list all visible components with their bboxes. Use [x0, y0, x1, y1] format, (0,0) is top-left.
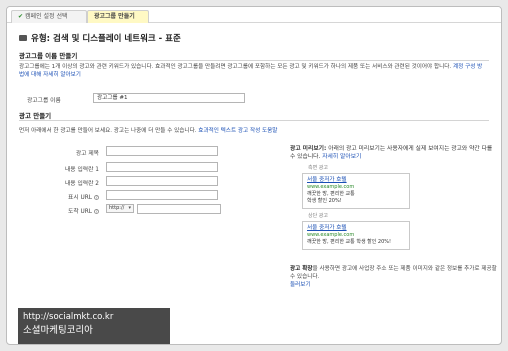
watermark-url: http://socialmkt.co.kr [23, 312, 114, 322]
protocol-select[interactable]: http://▾ [106, 204, 134, 213]
tab-label: 캠페인 설정 선택 [25, 13, 68, 20]
side-ad-preview: 서울 중저가 호텔 www.example.com 깨끗한 방, 편리한 교통 … [302, 173, 410, 209]
ad-writing-tips-link[interactable]: 효과적인 텍스트 광고 작성 도움말 [198, 128, 277, 134]
ad-line: 깨끗한 방, 편리한 교통 [307, 191, 355, 197]
preview-heading: 광고 미리보기: 아래의 광고 미리보기는 사용자에게 실제 보여지는 광고와 … [290, 146, 493, 160]
help-icon[interactable]: ? [94, 195, 99, 200]
window-frame: ✔ 캠페인 설정 선택 광고그룹 만들기 유형: 검색 및 디스플레이 네트워크 … [6, 6, 502, 345]
display-url-input[interactable] [106, 190, 218, 200]
ad-title[interactable]: 서울 중저가 호텔 [307, 177, 405, 184]
top-ad-label: 상단 광고 [308, 213, 328, 219]
ad-line: 학생 할인 20%! [307, 198, 342, 204]
page-title: 유형: 검색 및 디스플레이 네트워크 - 표준 [19, 32, 181, 44]
desc1-label: 내용 입력란 1 [64, 167, 99, 173]
divider [19, 120, 489, 121]
headline-input[interactable] [106, 146, 218, 156]
side-ad-label: 측면 광고 [308, 165, 328, 171]
tab-campaign-settings[interactable]: ✔ 캠페인 설정 선택 [11, 10, 87, 23]
adgroup-description: 광고그룹에는 1개 이상의 광고와 관련 키워드가 있습니다. 효과적인 광고그… [19, 64, 483, 78]
tab-create-adgroup[interactable]: 광고그룹 만들기 [87, 10, 149, 23]
top-ad-preview: 서울 중저가 호텔 www.example.com 깨끗한 방, 편리한 교통 … [302, 221, 410, 250]
display-url-label: 표시 URL? [67, 195, 99, 201]
chevron-down-icon: ▾ [128, 205, 131, 211]
adgroup-section-heading: 광고그룹 이름 만들기 [19, 52, 78, 60]
dest-url-input[interactable] [137, 204, 221, 214]
ad-extensions-info: 광고 확장을 사용하면 광고에 사업장 주소 또는 제품 이미지와 같은 정보를… [290, 266, 498, 289]
folder-icon [19, 35, 27, 41]
desc2-input[interactable] [106, 176, 218, 186]
ad-section-heading: 광고 만들기 [19, 112, 52, 120]
desc1-input[interactable] [106, 162, 218, 172]
watermark: http://socialmkt.co.kr 소셜마케팅코리아 [18, 308, 170, 344]
tab-label: 광고그룹 만들기 [94, 13, 135, 20]
adgroup-name-input[interactable]: 광고그룹 #1 [93, 93, 245, 103]
headline-label: 광고 제목 [75, 151, 99, 157]
check-icon: ✔ [18, 13, 24, 20]
step-tabs: ✔ 캠페인 설정 선택 광고그룹 만들기 [7, 7, 501, 23]
ad-url: www.example.com [307, 184, 355, 190]
adgroup-name-label: 광고그룹 이름 [27, 98, 61, 104]
extensions-tour-link[interactable]: 둘러보기 [290, 281, 498, 289]
ad-line: 깨끗한 방, 편리한 교통 학생 할인 20%! [307, 239, 392, 245]
divider [19, 60, 489, 61]
ad-description: 먼저 아래에서 한 광고를 만들어 보세요. 광고는 나중에 더 만들 수 있습… [19, 128, 278, 134]
help-icon[interactable]: ? [94, 209, 99, 214]
dest-url-label: 도착 URL? [67, 209, 99, 215]
ad-title[interactable]: 서울 중저가 호텔 [307, 225, 405, 232]
watermark-name: 소셜마케팅코리아 [23, 325, 93, 336]
ad-url: www.example.com [307, 232, 355, 238]
preview-learn-more-link[interactable]: 자세히 알아보기 [322, 154, 361, 160]
desc2-label: 내용 입력란 2 [64, 181, 99, 187]
ad-preview-panel: 광고 미리보기: 아래의 광고 미리보기는 사용자에게 실제 보여지는 광고와 … [290, 145, 498, 250]
